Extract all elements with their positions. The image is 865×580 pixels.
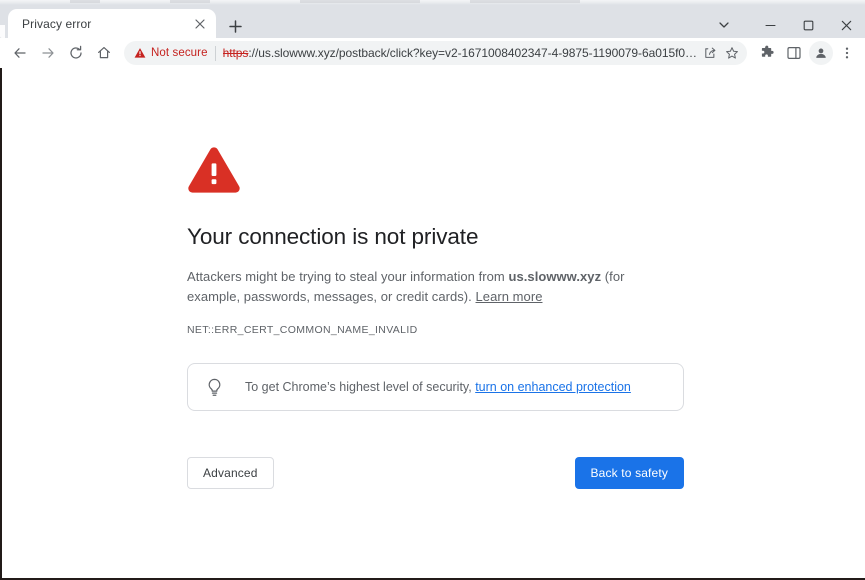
share-icon[interactable]	[699, 42, 721, 64]
browser-toolbar: Not secure https://us.slowww.xyz/postbac…	[0, 38, 865, 68]
address-bar[interactable]: Not secure https://us.slowww.xyz/postbac…	[124, 41, 747, 65]
close-icon[interactable]	[192, 16, 208, 32]
advanced-button[interactable]: Advanced	[187, 457, 274, 490]
tip-text-lead: To get Chrome’s highest level of securit…	[245, 379, 476, 394]
bookmark-star-icon[interactable]	[721, 42, 743, 64]
not-secure-warning-icon	[134, 48, 146, 58]
browser-tab[interactable]: Privacy error	[8, 9, 216, 38]
forward-icon[interactable]	[34, 39, 62, 67]
interstitial-button-row: Advanced Back to safety	[187, 457, 684, 490]
close-window-icon[interactable]	[827, 10, 865, 40]
warning-triangle-icon	[187, 146, 684, 199]
extensions-puzzle-icon[interactable]	[753, 40, 780, 67]
ssl-interstitial: Your connection is not private Attackers…	[187, 146, 684, 490]
new-tab-button[interactable]	[224, 15, 246, 37]
window-controls	[707, 10, 865, 40]
page-title: Your connection is not private	[187, 224, 479, 249]
maximize-icon[interactable]	[789, 10, 827, 40]
error-description-prefix: Attackers might be trying to steal your …	[187, 269, 509, 285]
error-domain: us.slowww.xyz	[508, 269, 602, 285]
chevron-down-icon[interactable]	[707, 10, 741, 40]
enhanced-protection-link[interactable]: turn on enhanced protection	[475, 380, 631, 394]
url-scheme: https	[222, 46, 249, 60]
learn-more-link[interactable]: Learn more	[476, 289, 543, 304]
tip-text: To get Chrome’s highest level of securit…	[245, 379, 631, 396]
error-description: Attackers might be trying to steal your …	[187, 267, 665, 306]
security-status[interactable]: Not secure	[134, 45, 216, 61]
profile-avatar[interactable]	[809, 41, 833, 65]
tab-strip-left-edge	[0, 25, 5, 38]
chrome-browser-window: Privacy error Not secure https://us.slow…	[0, 0, 865, 580]
url-text: https://us.slowww.xyz/postback/click?key…	[223, 46, 699, 60]
back-to-safety-button[interactable]: Back to safety	[574, 457, 684, 490]
tab-strip: Privacy error	[0, 5, 865, 38]
reload-icon[interactable]	[62, 39, 90, 67]
side-panel-icon[interactable]	[780, 40, 807, 67]
error-code: NET::ERR_CERT_COMMON_NAME_INVALID	[187, 324, 418, 337]
home-icon[interactable]	[90, 39, 118, 67]
url-rest: ://us.slowww.xyz/postback/click?key=v2-1…	[248, 46, 699, 60]
page-viewport: Your connection is not private Attackers…	[0, 68, 865, 580]
tab-title: Privacy error	[22, 16, 92, 31]
lightbulb-icon	[204, 377, 224, 397]
enhanced-protection-tip: To get Chrome’s highest level of securit…	[187, 363, 684, 412]
not-secure-label: Not secure	[151, 47, 208, 59]
minimize-icon[interactable]	[751, 10, 789, 40]
back-icon[interactable]	[6, 39, 34, 67]
kebab-menu-icon[interactable]	[835, 40, 859, 67]
